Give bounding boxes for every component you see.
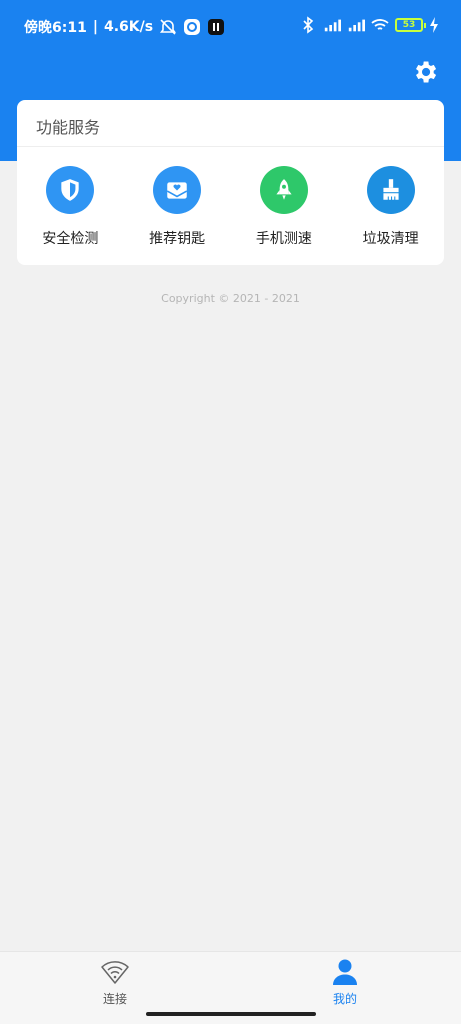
- card-title: 功能服务: [36, 118, 101, 137]
- charging-icon: [430, 17, 438, 33]
- status-time: 傍晚6:11: [24, 20, 87, 36]
- status-separator: |: [92, 19, 98, 35]
- service-junk-clean[interactable]: 垃圾清理: [337, 166, 444, 248]
- tab-connect[interactable]: 连接: [55, 958, 175, 1007]
- service-circle: [46, 166, 95, 214]
- services-grid: 安全检测 推荐钥匙 手机测速 垃圾清理: [17, 166, 444, 248]
- service-label: 安全检测: [42, 231, 99, 247]
- status-network-speed: 4.6K/s: [103, 19, 154, 35]
- battery-indicator: 53: [395, 18, 426, 32]
- card-divider: [17, 146, 444, 147]
- settings-gear-icon[interactable]: [411, 58, 439, 86]
- service-security-check[interactable]: 安全检测: [17, 166, 124, 248]
- shield-icon: [61, 179, 80, 201]
- tab-mine[interactable]: 我的: [285, 958, 405, 1007]
- signal-1-icon: [324, 19, 341, 32]
- service-circle: [366, 166, 415, 214]
- service-recommend-key[interactable]: 推荐钥匙: [124, 166, 231, 248]
- alarm-off-icon: [159, 19, 177, 35]
- app-notification-icon: [184, 19, 201, 35]
- service-label: 手机测速: [255, 231, 312, 247]
- status-bar: 傍晚6:11 | 4.6K/s 53: [0, 0, 461, 56]
- service-circle: [259, 166, 308, 214]
- tab-connect-label: 连接: [102, 992, 127, 1006]
- signal-2-icon: [348, 19, 365, 32]
- service-label: 推荐钥匙: [149, 231, 206, 247]
- pause-notification-icon: [208, 19, 225, 35]
- bluetooth-icon: [303, 16, 314, 34]
- wifi-status-icon: [371, 19, 389, 30]
- tab-mine-label: 我的: [332, 992, 357, 1006]
- wifi-icon: [101, 961, 129, 984]
- home-indicator[interactable]: [146, 1012, 316, 1016]
- person-icon: [333, 959, 357, 985]
- services-card: 功能服务 安全检测 推荐钥匙 手机测速 垃圾清理: [17, 100, 444, 265]
- key-mail-icon: [166, 182, 188, 199]
- rocket-icon: [276, 179, 292, 200]
- copyright-text: Copyright © 2021 - 2021: [161, 292, 300, 305]
- service-label: 垃圾清理: [362, 231, 419, 247]
- service-speed-test[interactable]: 手机测速: [231, 166, 338, 248]
- service-circle: [153, 166, 202, 214]
- broom-icon: [383, 179, 399, 200]
